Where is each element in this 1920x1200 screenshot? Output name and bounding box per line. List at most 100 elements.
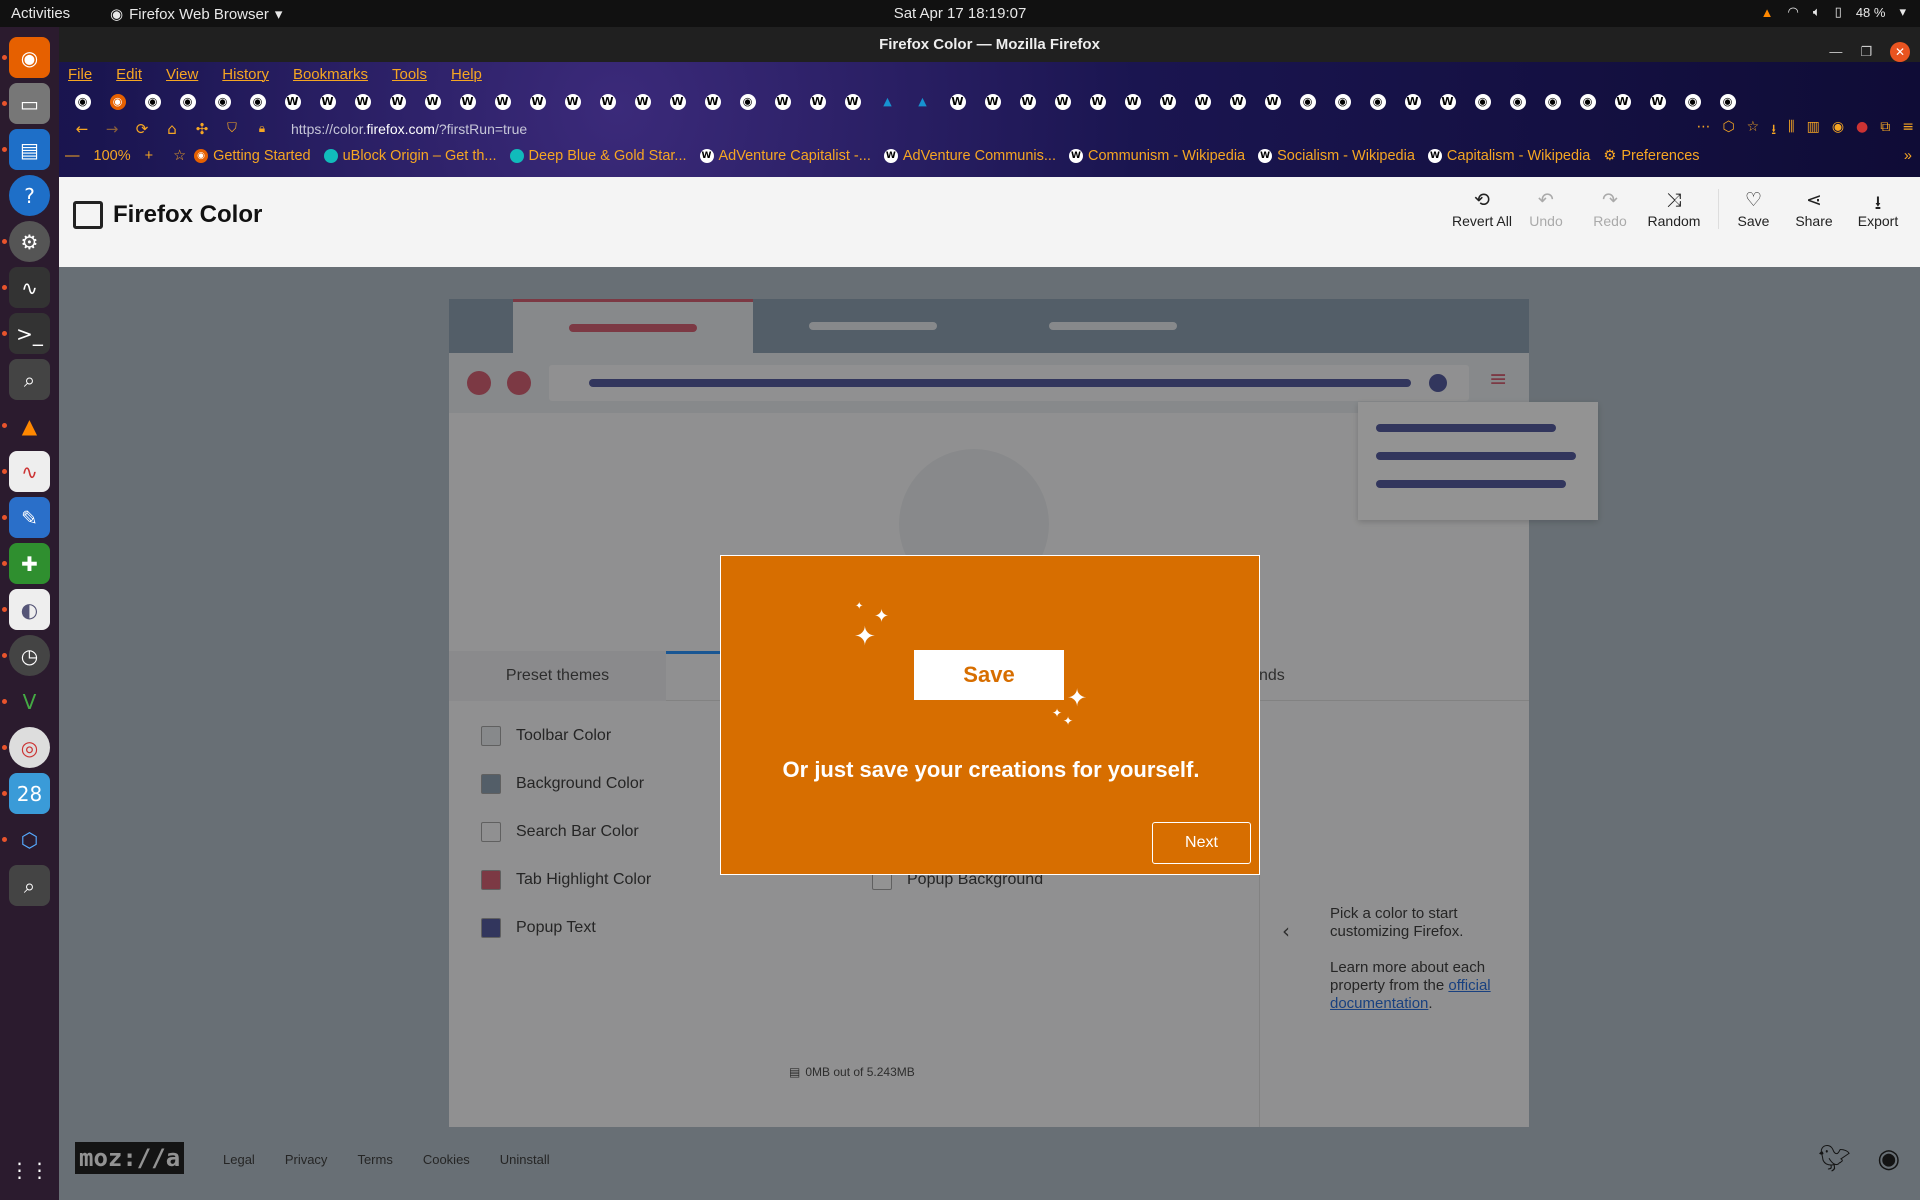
back-icon[interactable]: ← bbox=[67, 120, 97, 138]
menu-history[interactable]: History bbox=[222, 62, 269, 88]
tab-wikipedia-38[interactable]: W bbox=[1395, 91, 1430, 113]
next-button[interactable]: Next bbox=[1152, 822, 1251, 864]
clock[interactable]: Sat Apr 17 18:19:07 bbox=[0, 5, 1920, 22]
tab-wikipedia-26[interactable]: W bbox=[975, 91, 1010, 113]
menu-bookmarks[interactable]: Bookmarks bbox=[293, 62, 368, 88]
library-icon[interactable]: ⫼ bbox=[1788, 119, 1794, 143]
zoom-out-icon[interactable]: — bbox=[65, 148, 80, 164]
tab-github-3[interactable]: ◉ bbox=[170, 91, 205, 113]
bookmark-preferences[interactable]: ⚙ Preferences bbox=[1603, 148, 1699, 164]
bookmark-adventure-capitalist[interactable]: W AdVenture Capitalist -... bbox=[699, 148, 871, 164]
tab-wikipedia-17[interactable]: W bbox=[660, 91, 695, 113]
tab-wikipedia-11[interactable]: W bbox=[450, 91, 485, 113]
home-icon[interactable]: ⌂ bbox=[157, 120, 187, 138]
revert-all-button[interactable]: ⟲ Revert All bbox=[1450, 189, 1514, 229]
zoom-in-icon[interactable]: + bbox=[145, 148, 153, 164]
account-icon[interactable]: ◉ bbox=[1832, 119, 1844, 143]
help-icon[interactable]: ? bbox=[9, 175, 50, 216]
files-icon[interactable]: ▭ bbox=[9, 83, 50, 124]
menu-tools[interactable]: Tools bbox=[392, 62, 427, 88]
tab-wikipedia-28[interactable]: W bbox=[1045, 91, 1080, 113]
clock-icon[interactable]: ◷ bbox=[9, 635, 50, 676]
screenshot-icon[interactable]: ⧉ bbox=[1880, 119, 1890, 143]
calendar-icon[interactable]: 28 bbox=[9, 773, 50, 814]
random-button[interactable]: ⤨ Random bbox=[1642, 189, 1706, 229]
tab-wikipedia-45[interactable]: W bbox=[1640, 91, 1675, 113]
tab-wikipedia-34[interactable]: W bbox=[1255, 91, 1290, 113]
tab-wikipedia-14[interactable]: W bbox=[555, 91, 590, 113]
tab-arch-24[interactable]: ▲ bbox=[905, 91, 940, 113]
tab-wikipedia-22[interactable]: W bbox=[835, 91, 870, 113]
firefox-icon[interactable]: ◉ bbox=[9, 37, 50, 78]
ublock-icon[interactable]: ● bbox=[1856, 119, 1868, 143]
terminal-icon[interactable]: >_ bbox=[9, 313, 50, 354]
vim-icon[interactable]: V bbox=[9, 681, 50, 722]
zoom-level[interactable]: 100% bbox=[94, 148, 131, 164]
hamburger-menu-icon[interactable]: ≡ bbox=[1902, 119, 1914, 143]
bookmark-adventure-communist[interactable]: W AdVenture Communis... bbox=[883, 148, 1056, 164]
tab-github-37[interactable]: ◉ bbox=[1360, 91, 1395, 113]
star-icon[interactable]: ☆ bbox=[173, 148, 186, 164]
text-editor-icon[interactable]: ✎ bbox=[9, 497, 50, 538]
tab-github-41[interactable]: ◉ bbox=[1500, 91, 1535, 113]
tab-github-42[interactable]: ◉ bbox=[1535, 91, 1570, 113]
tab-github-40[interactable]: ◉ bbox=[1465, 91, 1500, 113]
activities-button[interactable]: Activities bbox=[11, 5, 70, 22]
tab-wikipedia-6[interactable]: W bbox=[275, 91, 310, 113]
disk-icon[interactable]: ◎ bbox=[9, 727, 50, 768]
writer-icon[interactable]: ▤ bbox=[9, 129, 50, 170]
tab-wikipedia-13[interactable]: W bbox=[520, 91, 555, 113]
bookmark-socialism[interactable]: W Socialism - Wikipedia bbox=[1258, 148, 1415, 164]
tab-wikipedia-15[interactable]: W bbox=[590, 91, 625, 113]
tab-wikipedia-21[interactable]: W bbox=[800, 91, 835, 113]
tab-github-5[interactable]: ◉ bbox=[240, 91, 275, 113]
tab-wikipedia-44[interactable]: W bbox=[1605, 91, 1640, 113]
sidebar-icon[interactable]: ▥ bbox=[1807, 119, 1820, 143]
tab-wikipedia-31[interactable]: W bbox=[1150, 91, 1185, 113]
tab-github-0[interactable]: ◉ bbox=[65, 91, 100, 113]
tab-github-47[interactable]: ◉ bbox=[1710, 91, 1745, 113]
bookmark-star-icon[interactable]: ☆ bbox=[1747, 119, 1760, 143]
window-titlebar[interactable]: Firefox Color — Mozilla Firefox — ❐ ✕ bbox=[59, 27, 1920, 62]
tab-firefox-1[interactable]: ◉ bbox=[100, 91, 135, 113]
menu-edit[interactable]: Edit bbox=[116, 62, 142, 88]
vlc-icon[interactable]: ▲ bbox=[9, 405, 50, 446]
tab-wikipedia-39[interactable]: W bbox=[1430, 91, 1465, 113]
system-monitor-icon[interactable]: ∿ bbox=[9, 267, 50, 308]
tab-wikipedia-20[interactable]: W bbox=[765, 91, 800, 113]
redo-button[interactable]: ↷ Redo bbox=[1578, 189, 1642, 229]
app-logo[interactable]: Firefox Color bbox=[73, 201, 262, 229]
tab-wikipedia-7[interactable]: W bbox=[310, 91, 345, 113]
bookmark-getting-started[interactable]: ◉ Getting Started bbox=[194, 148, 311, 164]
app-menu[interactable]: ◉ Firefox Web Browser ▾ bbox=[110, 5, 282, 24]
url-bar[interactable]: https://color.firefox.com/?firstRun=true bbox=[291, 121, 527, 137]
tweaks-icon[interactable]: ◐ bbox=[9, 589, 50, 630]
menu-help[interactable]: Help bbox=[451, 62, 482, 88]
tab-arch-23[interactable]: ▲ bbox=[870, 91, 905, 113]
tab-wikipedia-29[interactable]: W bbox=[1080, 91, 1115, 113]
tab-github-4[interactable]: ◉ bbox=[205, 91, 240, 113]
reload-icon[interactable]: ⟳ bbox=[127, 120, 157, 138]
save-button[interactable]: ♡ Save bbox=[1718, 189, 1782, 229]
graph-icon[interactable]: ∿ bbox=[9, 451, 50, 492]
puzzle-icon[interactable]: ✚ bbox=[9, 543, 50, 584]
tab-wikipedia-25[interactable]: W bbox=[940, 91, 975, 113]
system-tray[interactable]: ▲ ◠ 🔈︎ ▯ 48 % ▾ bbox=[1761, 4, 1906, 20]
virtualbox-icon[interactable]: ⬡ bbox=[9, 819, 50, 860]
tab-wikipedia-27[interactable]: W bbox=[1010, 91, 1045, 113]
tab-wikipedia-10[interactable]: W bbox=[415, 91, 450, 113]
settings-icon[interactable]: ⚙ bbox=[9, 221, 50, 262]
bookmark-deep-blue[interactable]: ✣ Deep Blue & Gold Star... bbox=[509, 148, 687, 164]
search-icon[interactable]: ⌕ bbox=[9, 359, 50, 400]
tab-github-2[interactable]: ◉ bbox=[135, 91, 170, 113]
bookmark-ublock[interactable]: ✣ uBlock Origin – Get th... bbox=[323, 148, 497, 164]
tab-github-36[interactable]: ◉ bbox=[1325, 91, 1360, 113]
tab-github-19[interactable]: ◉ bbox=[730, 91, 765, 113]
tab-wikipedia-12[interactable]: W bbox=[485, 91, 520, 113]
tab-wikipedia-32[interactable]: W bbox=[1185, 91, 1220, 113]
page-actions-icon[interactable]: ⋯ bbox=[1696, 119, 1710, 143]
share-button[interactable]: ⋖ Share bbox=[1782, 189, 1846, 229]
tab-github-35[interactable]: ◉ bbox=[1290, 91, 1325, 113]
pocket-icon[interactable]: ⬡ bbox=[1722, 119, 1734, 143]
shield-icon[interactable]: ⛉ bbox=[217, 121, 247, 136]
